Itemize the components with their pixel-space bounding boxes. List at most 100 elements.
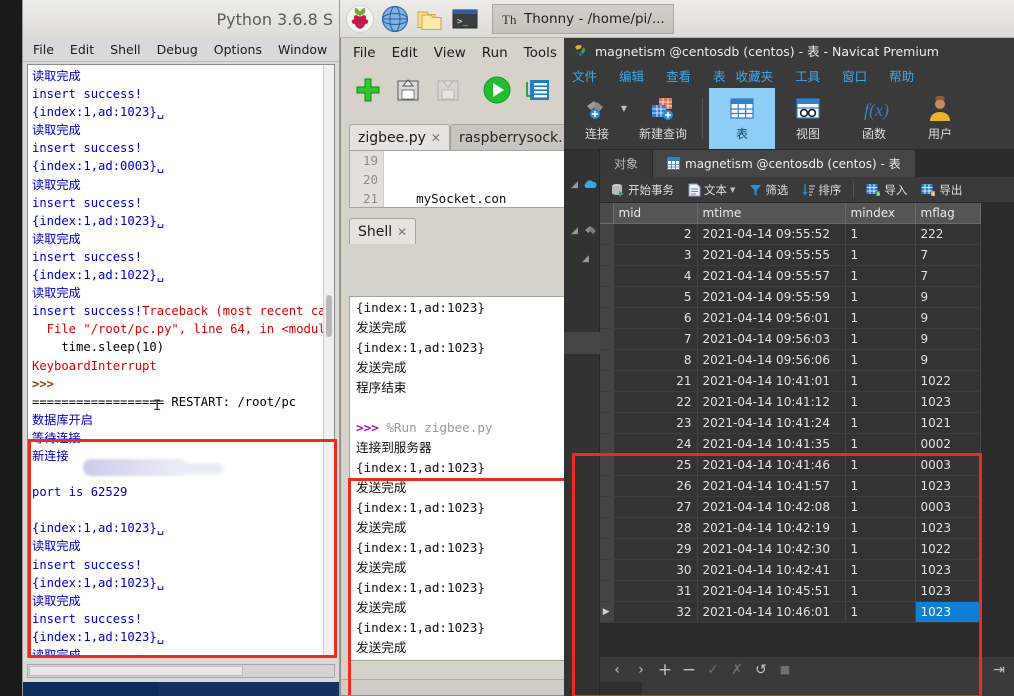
column-header-mid[interactable]: mid — [613, 203, 698, 224]
chevron-down-icon[interactable]: ▼ — [730, 186, 735, 194]
table-row[interactable]: 6 2021-04-14 09:56:01 1 9 — [600, 307, 981, 329]
tab-table-magnetism[interactable]: magnetism @centosdb (centos) - 表 — [653, 150, 916, 177]
idle-menu-debug[interactable]: Debug — [157, 42, 198, 57]
database-cloud-icon[interactable] — [582, 176, 598, 195]
table-row[interactable]: 30 2021-04-14 10:42:41 1 1023 — [600, 559, 981, 581]
export-button[interactable]: 导出 — [916, 182, 967, 198]
ribbon-function[interactable]: f(x) 函数 — [841, 88, 907, 149]
navicat-menu-tools[interactable]: 工具 — [795, 66, 820, 85]
cell-mflag[interactable]: 0002 — [915, 433, 981, 455]
row-marker[interactable] — [600, 412, 614, 434]
table-row[interactable]: 25 2021-04-14 10:41:46 1 0003 — [600, 454, 981, 476]
cell-mtime[interactable]: 2021-04-14 09:55:52 — [697, 223, 846, 245]
thonny-menu-edit[interactable]: Edit — [392, 45, 418, 61]
table-row[interactable]: 28 2021-04-14 10:42:19 1 1023 — [600, 517, 981, 539]
stop-button[interactable]: ■ — [774, 660, 796, 680]
cell-mid[interactable]: 27 — [613, 496, 698, 518]
navicat-menu-help[interactable]: 帮助 — [889, 66, 914, 85]
cell-mflag[interactable]: 1023 — [915, 475, 981, 497]
tree-expand-icon-3[interactable]: ◢ — [582, 254, 589, 264]
table-row[interactable]: 5 2021-04-14 09:55:59 1 9 — [600, 286, 981, 308]
tab-objects[interactable]: 对象 — [600, 150, 654, 177]
cell-mindex[interactable]: 1 — [845, 559, 916, 581]
cell-mtime[interactable]: 2021-04-14 09:56:03 — [697, 328, 846, 350]
cell-mtime[interactable]: 2021-04-14 10:41:01 — [697, 370, 846, 392]
thonny-shell-output[interactable]: {index:1,ad:1023} 发送完成 {index:1,ad:1023} 发送… — [349, 296, 583, 661]
thonny-menu-tools[interactable]: Tools — [524, 45, 557, 61]
idle-horizontal-scrollbar[interactable] — [27, 664, 335, 678]
cell-mtime[interactable]: 2021-04-14 09:55:57 — [697, 265, 846, 287]
cell-mid[interactable]: 28 — [613, 517, 698, 539]
table-row[interactable]: 21 2021-04-14 10:41:01 1 1022 — [600, 370, 981, 392]
cell-mtime[interactable]: 2021-04-14 09:55:55 — [697, 244, 846, 266]
row-marker[interactable] — [600, 538, 614, 560]
navicat-menu-edit[interactable]: 编辑 — [619, 66, 644, 85]
cell-mid[interactable]: 21 — [613, 370, 698, 392]
cell-mid[interactable]: 3 — [613, 244, 698, 266]
prev-record-button[interactable]: ‹ — [606, 660, 628, 680]
tab-raspberrysock[interactable]: raspberrysock. — [449, 124, 572, 150]
load-icon[interactable] — [435, 77, 461, 107]
cell-mtime[interactable]: 2021-04-14 10:42:41 — [697, 559, 846, 581]
idle-shell-output[interactable]: 读取完成 insert success! {index:1,ad:1023}␣ 读取完… — [27, 64, 335, 658]
cell-mindex[interactable]: 1 — [845, 370, 916, 392]
cell-mindex[interactable]: 1 — [845, 223, 916, 245]
cell-mid[interactable]: 29 — [613, 538, 698, 560]
cell-mflag[interactable]: 0003 — [915, 496, 981, 518]
row-marker[interactable] — [600, 391, 614, 413]
table-row[interactable]: 29 2021-04-14 10:42:30 1 1022 — [600, 538, 981, 560]
cell-mid[interactable]: 7 — [613, 328, 698, 350]
cell-mid[interactable]: 30 — [613, 559, 698, 581]
close-icon[interactable]: ✕ — [431, 131, 441, 145]
web-browser-icon[interactable] — [380, 4, 410, 34]
cell-mtime[interactable]: 2021-04-14 10:41:35 — [697, 433, 846, 455]
row-marker[interactable] — [600, 286, 614, 308]
begin-transaction-button[interactable]: 开始事务 — [606, 182, 679, 198]
cell-mindex[interactable]: 1 — [845, 412, 916, 434]
ribbon-new-connection[interactable]: 连接 ▼ — [564, 88, 630, 149]
navicat-data-grid[interactable]: mid mtime mindex mflag 2 2021-04-14 09:55… — [600, 203, 1014, 656]
close-icon[interactable]: ✕ — [397, 225, 407, 239]
ribbon-user[interactable]: 用户 — [907, 88, 973, 149]
cell-mindex[interactable]: 1 — [845, 538, 916, 560]
cell-mflag[interactable]: 9 — [915, 328, 981, 350]
cell-mtime[interactable]: 2021-04-14 10:42:19 — [697, 517, 846, 539]
raspberry-menu-icon[interactable] — [345, 4, 375, 34]
next-record-button[interactable]: › — [630, 660, 652, 680]
row-marker[interactable] — [600, 244, 614, 266]
row-marker[interactable] — [600, 475, 614, 497]
cell-mindex[interactable]: 1 — [845, 454, 916, 476]
cell-mid[interactable]: 25 — [613, 454, 698, 476]
cell-mflag[interactable]: 1023 — [915, 559, 981, 581]
cell-mindex[interactable]: 1 — [845, 349, 916, 371]
add-record-button[interactable]: + — [654, 660, 676, 680]
cell-mindex[interactable]: 1 — [845, 496, 916, 518]
row-marker[interactable] — [600, 349, 614, 371]
cancel-edit-button[interactable]: ✗ — [726, 660, 748, 680]
row-marker[interactable] — [600, 328, 614, 350]
table-row[interactable]: ▶ 32 2021-04-14 10:46:01 1 1023 — [600, 601, 981, 623]
cell-mtime[interactable]: 2021-04-14 10:41:24 — [697, 412, 846, 434]
table-row[interactable]: 4 2021-04-14 09:55:57 1 7 — [600, 265, 981, 287]
chevron-down-icon[interactable]: ▼ — [621, 104, 627, 113]
table-row[interactable]: 22 2021-04-14 10:41:12 1 1023 — [600, 391, 981, 413]
cell-mtime[interactable]: 2021-04-14 10:42:08 — [697, 496, 846, 518]
cell-mindex[interactable]: 1 — [845, 580, 916, 602]
cell-mflag[interactable]: 7 — [915, 244, 981, 266]
cell-mindex[interactable]: 1 — [845, 286, 916, 308]
row-marker[interactable] — [600, 496, 614, 518]
column-header-mflag[interactable]: mflag — [915, 203, 981, 224]
idle-menu-window[interactable]: Window — [278, 42, 327, 57]
cell-mindex[interactable]: 1 — [845, 517, 916, 539]
table-row[interactable]: 31 2021-04-14 10:45:51 1 1023 — [600, 580, 981, 602]
cell-mid[interactable]: 32 — [613, 601, 698, 623]
tree-expand-icon-2[interactable]: ◢ — [571, 226, 578, 236]
cell-mflag[interactable]: 1023 — [915, 391, 981, 413]
ribbon-table[interactable]: 表 — [709, 88, 775, 149]
last-record-button[interactable]: ⇥ — [988, 660, 1010, 680]
idle-menu-edit[interactable]: Edit — [70, 42, 94, 57]
row-marker[interactable] — [600, 454, 614, 476]
cell-mindex[interactable]: 1 — [845, 601, 916, 623]
cell-mflag[interactable]: 9 — [915, 307, 981, 329]
plug-icon[interactable] — [583, 222, 598, 241]
